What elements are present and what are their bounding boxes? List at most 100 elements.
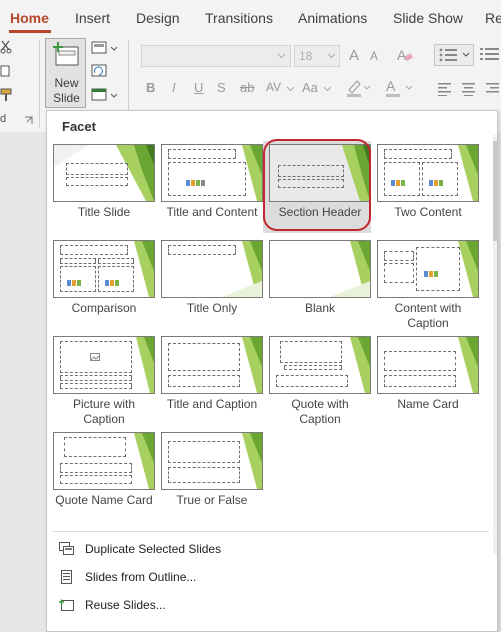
layout-quote-name-card[interactable]: Quote Name Card [53, 432, 155, 508]
layout-icon[interactable] [91, 41, 119, 55]
selected-layout-ring [263, 139, 371, 231]
title-placeholder [384, 251, 414, 261]
underline-button[interactable]: U [194, 80, 203, 95]
layout-thumbnail [269, 240, 371, 298]
numbered-list-icon[interactable] [480, 47, 500, 61]
align-right-icon[interactable] [486, 82, 500, 96]
duplicate-slides-command[interactable]: Duplicate Selected Slides [59, 539, 479, 561]
layout-title-slide[interactable]: Title Slide [53, 144, 155, 220]
layout-thumbnail [269, 336, 371, 394]
layout-thumbnail [161, 432, 263, 490]
layout-thumbnail [377, 240, 479, 298]
character-spacing-button[interactable]: AV [266, 80, 281, 94]
format-painter-icon[interactable] [0, 88, 14, 102]
layout-label: Picture with Caption [72, 397, 136, 426]
duplicate-slides-icon [59, 542, 74, 555]
title-placeholder [60, 245, 128, 255]
bold-button[interactable]: B [146, 80, 155, 95]
slides-from-outline-command[interactable]: Slides from Outline... [59, 567, 479, 589]
quote-placeholder [64, 437, 126, 457]
facet-green-accent [330, 241, 370, 297]
layout-title-and-content[interactable]: Title and Content [161, 144, 263, 220]
new-slide-icon [53, 42, 79, 66]
new-slide-label-line2: Slide [53, 91, 80, 105]
change-case-button[interactable]: Aa [302, 80, 318, 95]
align-left-icon[interactable] [438, 82, 452, 96]
font-color-icon[interactable]: A [384, 78, 414, 98]
layout-comparison[interactable]: Comparison [53, 240, 155, 316]
grow-font-icon[interactable]: A [349, 47, 359, 64]
layout-title-only[interactable]: Title Only [161, 240, 263, 316]
font-size-box[interactable]: 18 [294, 45, 340, 67]
content-icons [424, 265, 446, 277]
tab-design[interactable]: Design [136, 10, 180, 26]
title-placeholder [168, 245, 236, 255]
tab-insert[interactable]: Insert [75, 10, 110, 26]
highlight-color-icon[interactable] [345, 78, 371, 98]
layout-quote-with-caption[interactable]: Quote with Caption [269, 336, 371, 427]
layout-label: Name Card [397, 397, 459, 411]
strikethrough-button[interactable]: ab [240, 80, 254, 95]
layout-thumbnail [377, 336, 479, 394]
italic-button[interactable]: I [172, 80, 176, 95]
layout-two-content[interactable]: Two Content [377, 144, 479, 220]
reuse-slides-icon [59, 599, 74, 611]
menu-scrollbar-thumb[interactable] [493, 141, 497, 241]
dialog-launcher-icon[interactable] [24, 116, 33, 125]
picture-icon [90, 353, 100, 361]
svg-text:A: A [386, 78, 396, 94]
layout-thumbnail [53, 144, 155, 202]
new-slide-button[interactable]: New Slide [45, 38, 86, 108]
cut-icon[interactable] [0, 40, 14, 54]
reset-slide-icon[interactable] [91, 64, 107, 78]
layout-label: Blank [304, 301, 336, 315]
clipboard-group-label: d [0, 113, 7, 125]
text-placeholder [168, 467, 240, 483]
layout-label: Title Only [186, 301, 238, 315]
caption-placeholder [384, 263, 414, 283]
tab-home[interactable]: Home [10, 10, 49, 26]
layout-true-or-false[interactable]: True or False [161, 432, 263, 508]
shadow-button[interactable]: S [217, 80, 226, 95]
right-heading-placeholder [98, 258, 134, 264]
tab-animations[interactable]: Animations [298, 10, 367, 26]
tab-slide-show[interactable]: Slide Show [393, 10, 463, 26]
layout-thumbnail [53, 432, 155, 490]
layout-thumbnail [53, 336, 155, 394]
text-placeholder [384, 375, 456, 387]
left-heading-placeholder [60, 258, 96, 264]
layout-label: Two Content [394, 205, 462, 219]
clear-formatting-icon[interactable]: A [396, 46, 414, 64]
theme-header: Facet [62, 119, 96, 134]
content-icons [186, 174, 208, 186]
layout-content-with-caption[interactable]: Content with Caption [377, 240, 479, 331]
section-icon[interactable] [91, 88, 119, 102]
title-placeholder [168, 343, 240, 371]
layout-label: True or False [176, 493, 248, 507]
tab-review[interactable]: Re [485, 10, 501, 26]
new-slide-layout-menu: Facet Title Slide Title and Content Sect… [46, 110, 498, 632]
content-icons [391, 174, 413, 186]
layout-label: Comparison [71, 301, 137, 315]
command-label: Slides from Outline... [85, 570, 197, 584]
tab-transitions[interactable]: Transitions [205, 10, 273, 26]
align-center-icon[interactable] [462, 82, 476, 96]
font-size-value: 18 [299, 49, 313, 63]
layout-blank[interactable]: Blank [269, 240, 371, 316]
svg-text:A: A [397, 47, 407, 63]
font-name-box[interactable] [141, 45, 291, 67]
layout-title-and-caption[interactable]: Title and Caption [161, 336, 263, 412]
copy-icon[interactable] [0, 65, 14, 79]
outline-document-icon [61, 570, 72, 584]
command-label: Reuse Slides... [85, 598, 166, 612]
title-placeholder [66, 163, 128, 175]
reuse-slides-command[interactable]: Reuse Slides... [59, 595, 479, 617]
subtitle-placeholder [66, 177, 128, 186]
layout-name-card[interactable]: Name Card [377, 336, 479, 412]
layout-label: Quote Name Card [55, 493, 153, 507]
shrink-font-icon[interactable]: A [370, 49, 378, 63]
group-divider [39, 40, 40, 128]
bullets-button[interactable] [434, 44, 474, 66]
layout-picture-with-caption[interactable]: Picture with Caption [53, 336, 155, 427]
layout-thumbnail [377, 144, 479, 202]
